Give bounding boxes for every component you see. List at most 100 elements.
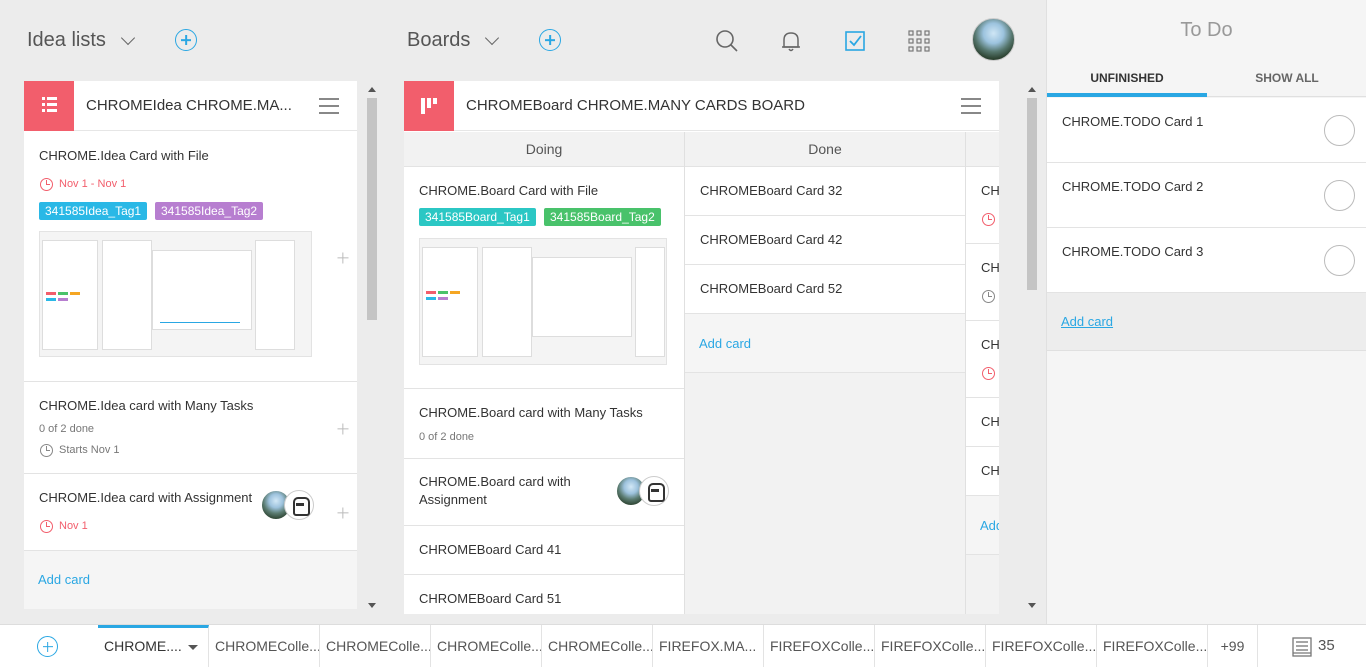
idea-lists-chevron-down-icon[interactable] bbox=[120, 30, 136, 46]
board-card[interactable]: CH bbox=[966, 244, 999, 321]
todo-item[interactable]: CHROME.TODO Card 2 bbox=[1047, 163, 1366, 228]
idea-lists-title[interactable]: Idea lists bbox=[27, 29, 106, 52]
bottom-tab[interactable]: FIREFOXColle... bbox=[875, 625, 986, 667]
board-panel-menu-icon[interactable] bbox=[961, 98, 981, 114]
card-title: CH bbox=[981, 183, 999, 198]
tab-unfinished[interactable]: UNFINISHED bbox=[1047, 64, 1207, 97]
add-card-link[interactable]: Add card bbox=[699, 336, 751, 351]
idea-panel-title[interactable]: CHROMEIdea CHROME.MA... bbox=[86, 97, 306, 114]
card-title: CHROME.Idea card with Many Tasks bbox=[39, 398, 254, 413]
boards-title[interactable]: Boards bbox=[407, 29, 470, 52]
idea-panel: CHROMEIdea CHROME.MA... CHROME.Idea Card… bbox=[24, 81, 357, 609]
board-scrollbar[interactable] bbox=[1027, 87, 1037, 610]
board-card[interactable]: CH bbox=[966, 398, 999, 447]
card-date: Nov 1 - Nov 1 bbox=[59, 178, 127, 190]
todo-complete-checkbox[interactable] bbox=[1324, 180, 1355, 211]
add-board-button[interactable] bbox=[539, 29, 561, 51]
board-card[interactable]: CHROMEBoard Card 41 bbox=[404, 526, 684, 575]
add-card-link[interactable]: Add card bbox=[38, 572, 90, 587]
board-card[interactable]: CHROME.Board card with Assignment bbox=[404, 459, 684, 526]
board-card[interactable]: CHROMEBoard Card 32 bbox=[685, 167, 965, 216]
todo-complete-checkbox[interactable] bbox=[1324, 245, 1355, 276]
card-date: Nov 1 bbox=[59, 520, 88, 532]
user-avatar[interactable] bbox=[972, 18, 1015, 61]
card-title: CHROMEBoard Card 42 bbox=[700, 232, 843, 247]
apps-grid-icon[interactable] bbox=[906, 28, 932, 54]
todo-add-card-link[interactable]: Add card bbox=[1061, 314, 1113, 329]
idea-scrollbar[interactable] bbox=[367, 87, 377, 610]
due-clock-icon bbox=[982, 367, 995, 380]
board-panel-header: CHROMEBoard CHROME.MANY CARDS BOARD bbox=[404, 81, 999, 131]
bottom-tab-active[interactable]: CHROME.... bbox=[98, 625, 209, 667]
tab-show-all[interactable]: SHOW ALL bbox=[1207, 64, 1366, 97]
todo-checkbox-icon[interactable] bbox=[842, 28, 868, 54]
card-title: CH bbox=[981, 337, 999, 352]
board-card[interactable]: CH bbox=[966, 321, 999, 398]
todo-item[interactable]: CHROME.TODO Card 3 bbox=[1047, 228, 1366, 293]
todo-item-label: CHROME.TODO Card 1 bbox=[1062, 114, 1204, 129]
card-title: CHROME.Idea Card with File bbox=[39, 148, 209, 163]
tab-dropdown-icon[interactable] bbox=[188, 645, 198, 650]
bottom-tab[interactable]: FIREFOX.MA... bbox=[653, 625, 764, 667]
assignee-avatar bbox=[284, 490, 314, 520]
card-title-line2: Assignment bbox=[419, 492, 487, 507]
file-thumbnail[interactable] bbox=[39, 231, 312, 357]
bottom-tab[interactable]: CHROMEColle... bbox=[209, 625, 320, 667]
board-panel: CHROMEBoard CHROME.MANY CARDS BOARD Doin… bbox=[404, 81, 999, 614]
add-task-plus-icon[interactable] bbox=[337, 252, 348, 263]
bottom-tab[interactable]: CHROMEColle... bbox=[542, 625, 653, 667]
tag: 341585Board_Tag2 bbox=[544, 208, 661, 226]
card-title: CH bbox=[981, 260, 999, 275]
board-card[interactable]: CH bbox=[966, 167, 999, 244]
column-header-doing[interactable]: Doing bbox=[404, 132, 684, 167]
board-card[interactable]: CHROMEBoard Card 51 bbox=[404, 575, 684, 614]
file-thumbnail[interactable] bbox=[419, 238, 667, 365]
due-clock-icon bbox=[982, 213, 995, 226]
card-title: CHROME.Board card with Many Tasks bbox=[419, 405, 643, 420]
idea-panel-menu-icon[interactable] bbox=[319, 98, 339, 114]
idea-panel-header: CHROMEIdea CHROME.MA... bbox=[24, 81, 357, 131]
card-title: CHROMEBoard Card 52 bbox=[700, 281, 843, 296]
board-card[interactable]: CH bbox=[966, 447, 999, 496]
idea-card[interactable]: CHROME.Idea card with Many Tasks 0 of 2 … bbox=[24, 382, 357, 474]
bottom-tab[interactable]: FIREFOXColle... bbox=[764, 625, 875, 667]
column-header-third[interactable] bbox=[966, 132, 999, 167]
column-third: CH CH CH CH CH Add bbox=[966, 167, 999, 614]
board-card[interactable]: CHROME.Board Card with File 341585Board_… bbox=[404, 167, 684, 389]
add-task-plus-icon[interactable] bbox=[337, 423, 348, 434]
assignee-avatar bbox=[639, 476, 669, 506]
board-card[interactable]: CHROME.Board card with Many Tasks 0 of 2… bbox=[404, 389, 684, 459]
idea-card[interactable]: CHROME.Idea card with Assignment Nov 1 bbox=[24, 474, 357, 551]
notifications-bell-icon[interactable] bbox=[778, 28, 804, 54]
add-card-link[interactable]: Add bbox=[980, 518, 999, 533]
collections-list-icon[interactable] bbox=[1292, 637, 1312, 657]
todo-complete-checkbox[interactable] bbox=[1324, 115, 1355, 146]
board-card[interactable]: CHROMEBoard Card 42 bbox=[685, 216, 965, 265]
todo-panel: To Do UNFINISHED SHOW ALL CHROME.TODO Ca… bbox=[1046, 0, 1366, 624]
card-title: CHROMEBoard Card 51 bbox=[419, 591, 562, 606]
add-tab-button[interactable] bbox=[37, 636, 58, 657]
tag: 341585Idea_Tag2 bbox=[155, 202, 264, 220]
more-tabs-button[interactable]: +99 bbox=[1208, 625, 1258, 667]
column-done: CHROMEBoard Card 32 CHROMEBoard Card 42 … bbox=[685, 167, 965, 614]
bottom-tab[interactable]: CHROMEColle... bbox=[431, 625, 542, 667]
add-idea-list-button[interactable] bbox=[175, 29, 197, 51]
card-title: CHROME.Board Card with File bbox=[419, 183, 599, 198]
column-doing: CHROME.Board Card with File 341585Board_… bbox=[404, 167, 684, 614]
todo-add-card-area: Add card bbox=[1047, 293, 1366, 351]
column-header-done[interactable]: Done bbox=[685, 132, 965, 167]
card-title: CH bbox=[981, 463, 999, 478]
clock-icon bbox=[982, 290, 995, 303]
board-panel-title[interactable]: CHROMEBoard CHROME.MANY CARDS BOARD bbox=[466, 97, 936, 114]
idea-card[interactable]: CHROME.Idea Card with File Nov 1 - Nov 1… bbox=[24, 132, 357, 382]
start-clock-icon bbox=[40, 444, 53, 457]
bottom-tab[interactable]: CHROMEColle... bbox=[320, 625, 431, 667]
bottom-tab[interactable]: FIREFOXColle... bbox=[986, 625, 1097, 667]
add-task-plus-icon[interactable] bbox=[337, 507, 348, 518]
board-badge-icon bbox=[404, 81, 454, 131]
bottom-tab[interactable]: FIREFOXColle... bbox=[1097, 625, 1208, 667]
board-card[interactable]: CHROMEBoard Card 52 bbox=[685, 265, 965, 314]
search-icon[interactable] bbox=[714, 28, 740, 54]
todo-item[interactable]: CHROME.TODO Card 1 bbox=[1047, 98, 1366, 163]
boards-chevron-down-icon[interactable] bbox=[484, 30, 500, 46]
